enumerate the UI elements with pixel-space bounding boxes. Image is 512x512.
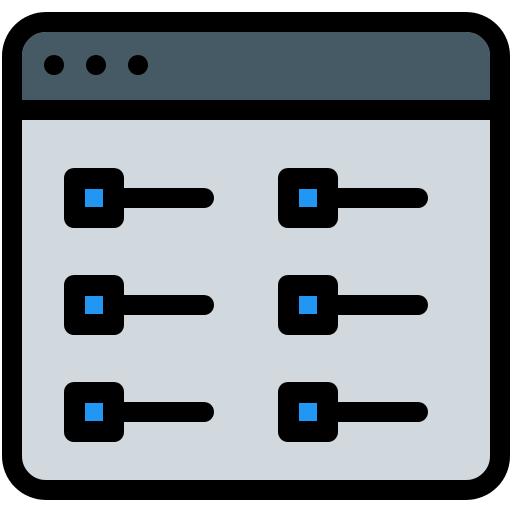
check-mark [85,296,103,314]
app-window [2,12,510,500]
option-line-icon [332,295,428,315]
check-mark [299,189,317,207]
option-row-5[interactable] [278,275,428,335]
option-row-4[interactable] [278,168,428,228]
window-dot-icon[interactable] [44,55,64,75]
option-line-icon [118,402,214,422]
checkbox-checked-icon[interactable] [64,382,124,442]
option-row-6[interactable] [278,382,428,442]
title-bar [22,32,490,100]
checkbox-checked-icon[interactable] [278,275,338,335]
option-row-2[interactable] [64,275,214,335]
checkbox-checked-icon[interactable] [278,382,338,442]
option-row-3[interactable] [64,382,214,442]
option-line-icon [332,402,428,422]
check-mark [85,189,103,207]
window-dot-icon[interactable] [128,55,148,75]
option-row-1[interactable] [64,168,214,228]
checkbox-checked-icon[interactable] [64,275,124,335]
check-mark [85,403,103,421]
check-mark [299,403,317,421]
check-mark [299,296,317,314]
option-line-icon [118,295,214,315]
title-bar-divider [22,100,490,120]
checkbox-checked-icon[interactable] [278,168,338,228]
checkbox-checked-icon[interactable] [64,168,124,228]
option-line-icon [332,188,428,208]
option-line-icon [118,188,214,208]
window-dot-icon[interactable] [86,55,106,75]
